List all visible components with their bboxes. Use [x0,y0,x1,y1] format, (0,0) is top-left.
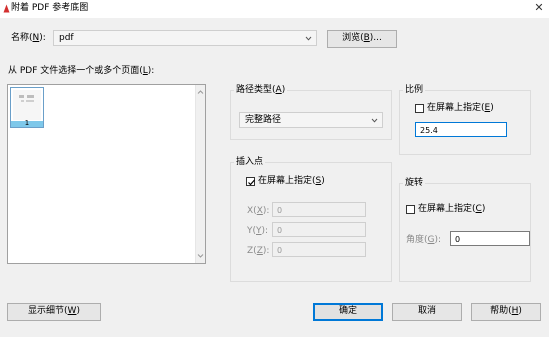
z-label: Z(Z): [247,246,270,256]
page-thumbnail-image [13,90,41,120]
autocad-app-icon [3,4,10,13]
chevron-down-icon [305,35,312,42]
scale-specify-checkbox[interactable] [415,104,424,113]
path-type-value: 完整路径 [245,115,282,125]
x-input[interactable]: 0 [272,202,366,217]
angle-label: 角度(G): [406,235,442,245]
name-label: 名称(N): [11,33,46,43]
rotation-specify-checkbox[interactable] [406,205,415,214]
name-dropdown[interactable]: pdf [53,30,317,46]
ok-button[interactable]: 确定 [313,303,383,321]
scale-input[interactable]: 25.4 [415,122,507,137]
scale-specify-label: 在屏幕上指定(E) [427,103,494,113]
window-title: 附着 PDF 参考底图 [11,3,89,13]
rotation-title: 旋转 [403,178,426,189]
y-input[interactable]: 0 [272,222,366,237]
close-button[interactable]: ✕ [531,1,547,15]
insertion-specify-checkbox[interactable] [246,177,255,186]
pages-label: 从 PDF 文件选择一个或多个页面(L): [8,66,155,76]
scroll-up-arrow-icon[interactable] [197,88,204,94]
scale-title: 比例 [403,85,426,96]
checkmark-icon [248,179,255,186]
page-number: 1 [11,120,43,127]
angle-input[interactable]: 0 [450,231,530,246]
page-thumbnail[interactable]: 1 [10,87,44,128]
cancel-button[interactable]: 取消 [392,303,462,321]
z-input[interactable]: 0 [272,242,366,257]
chevron-down-icon [371,117,378,124]
insertion-specify-label: 在屏幕上指定(S) [258,176,325,186]
insertion-point-title: 插入点 [234,157,266,168]
path-type-dropdown[interactable]: 完整路径 [239,112,383,128]
path-type-title: 路径类型(A) [234,85,288,96]
browse-button[interactable]: 浏览(B)... [327,30,397,48]
show-details-button[interactable]: 显示细节(W) [7,303,101,321]
scroll-down-arrow-icon[interactable] [197,252,204,258]
x-label: X(X): [247,206,270,216]
name-dropdown-value: pdf [59,33,74,43]
pages-scrollbar[interactable] [195,85,205,263]
close-icon: ✕ [534,1,544,14]
help-button[interactable]: 帮助(H) [471,303,541,321]
y-label: Y(Y): [247,226,269,236]
rotation-specify-label: 在屏幕上指定(C) [418,204,486,214]
